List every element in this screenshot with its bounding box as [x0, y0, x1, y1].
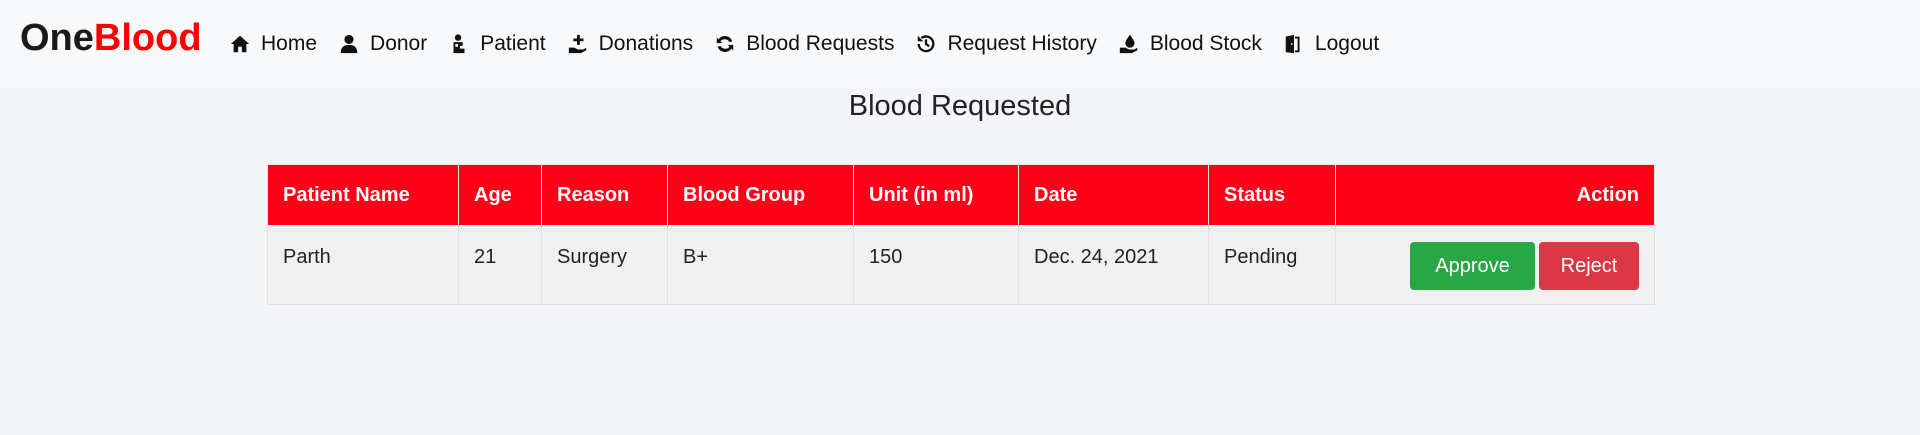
brand-part-two: Blood — [93, 17, 202, 59]
header-patient-name: Patient Name — [267, 164, 459, 226]
nav-item-logout[interactable]: Logout — [1282, 32, 1379, 56]
page-title: Blood Requested — [848, 90, 1072, 122]
navbar: OneBlood Home Donor Patient Donations Bl… — [0, 0, 1920, 88]
nav-item-request-history[interactable]: Request History — [914, 32, 1097, 56]
refresh-icon — [713, 32, 737, 56]
header-reason: Reason — [541, 164, 668, 226]
cell-reason: Surgery — [541, 225, 668, 305]
hand-drop-icon — [1117, 32, 1141, 56]
nav-item-donor[interactable]: Donor — [337, 32, 427, 56]
header-date: Date — [1018, 164, 1209, 226]
header-status: Status — [1208, 164, 1336, 226]
cell-status: Pending — [1208, 225, 1336, 305]
nav-item-patient[interactable]: Patient — [447, 32, 546, 56]
cell-action: Approve Reject — [1335, 225, 1655, 305]
blood-requests-table: Patient Name Age Reason Blood Group Unit… — [267, 164, 1655, 305]
nav-item-blood-stock[interactable]: Blood Stock — [1117, 32, 1262, 56]
nav-item-blood-requests[interactable]: Blood Requests — [713, 32, 894, 56]
nav-links: Home Donor Patient Donations Blood Reque… — [228, 27, 1399, 61]
approve-button[interactable]: Approve — [1410, 242, 1535, 290]
nav-label-patient: Patient — [480, 32, 546, 55]
nav-label-request-history: Request History — [947, 32, 1097, 55]
user-icon — [337, 32, 361, 56]
door-icon — [1282, 32, 1306, 56]
table-header-row: Patient Name Age Reason Blood Group Unit… — [267, 164, 1655, 226]
history-icon — [914, 32, 938, 56]
nav-label-logout: Logout — [1314, 32, 1380, 55]
header-age: Age — [458, 164, 542, 226]
cell-date: Dec. 24, 2021 — [1018, 225, 1209, 305]
home-icon — [228, 32, 252, 56]
header-action: Action — [1335, 164, 1655, 226]
nav-item-home[interactable]: Home — [228, 32, 317, 56]
nav-label-donor: Donor — [370, 32, 428, 55]
table-row: Parth 21 Surgery B+ 150 Dec. 24, 2021 Pe… — [267, 225, 1655, 305]
brand-logo[interactable]: OneBlood — [20, 14, 202, 62]
cell-blood-group: B+ — [667, 225, 854, 305]
header-blood-group: Blood Group — [667, 164, 854, 226]
cell-patient-name: Parth — [267, 225, 459, 305]
cell-unit: 150 — [853, 225, 1019, 305]
hand-plus-icon — [566, 32, 590, 56]
patient-icon — [447, 32, 471, 56]
reject-button[interactable]: Reject — [1539, 242, 1639, 290]
brand-part-one: One — [20, 17, 94, 59]
nav-label-blood-requests: Blood Requests — [746, 32, 895, 55]
nav-label-donations: Donations — [598, 32, 694, 55]
nav-item-donations[interactable]: Donations — [566, 32, 694, 56]
nav-label-blood-stock: Blood Stock — [1149, 32, 1262, 55]
nav-label-home: Home — [261, 32, 318, 55]
header-unit: Unit (in ml) — [853, 164, 1019, 226]
cell-age: 21 — [458, 225, 542, 305]
